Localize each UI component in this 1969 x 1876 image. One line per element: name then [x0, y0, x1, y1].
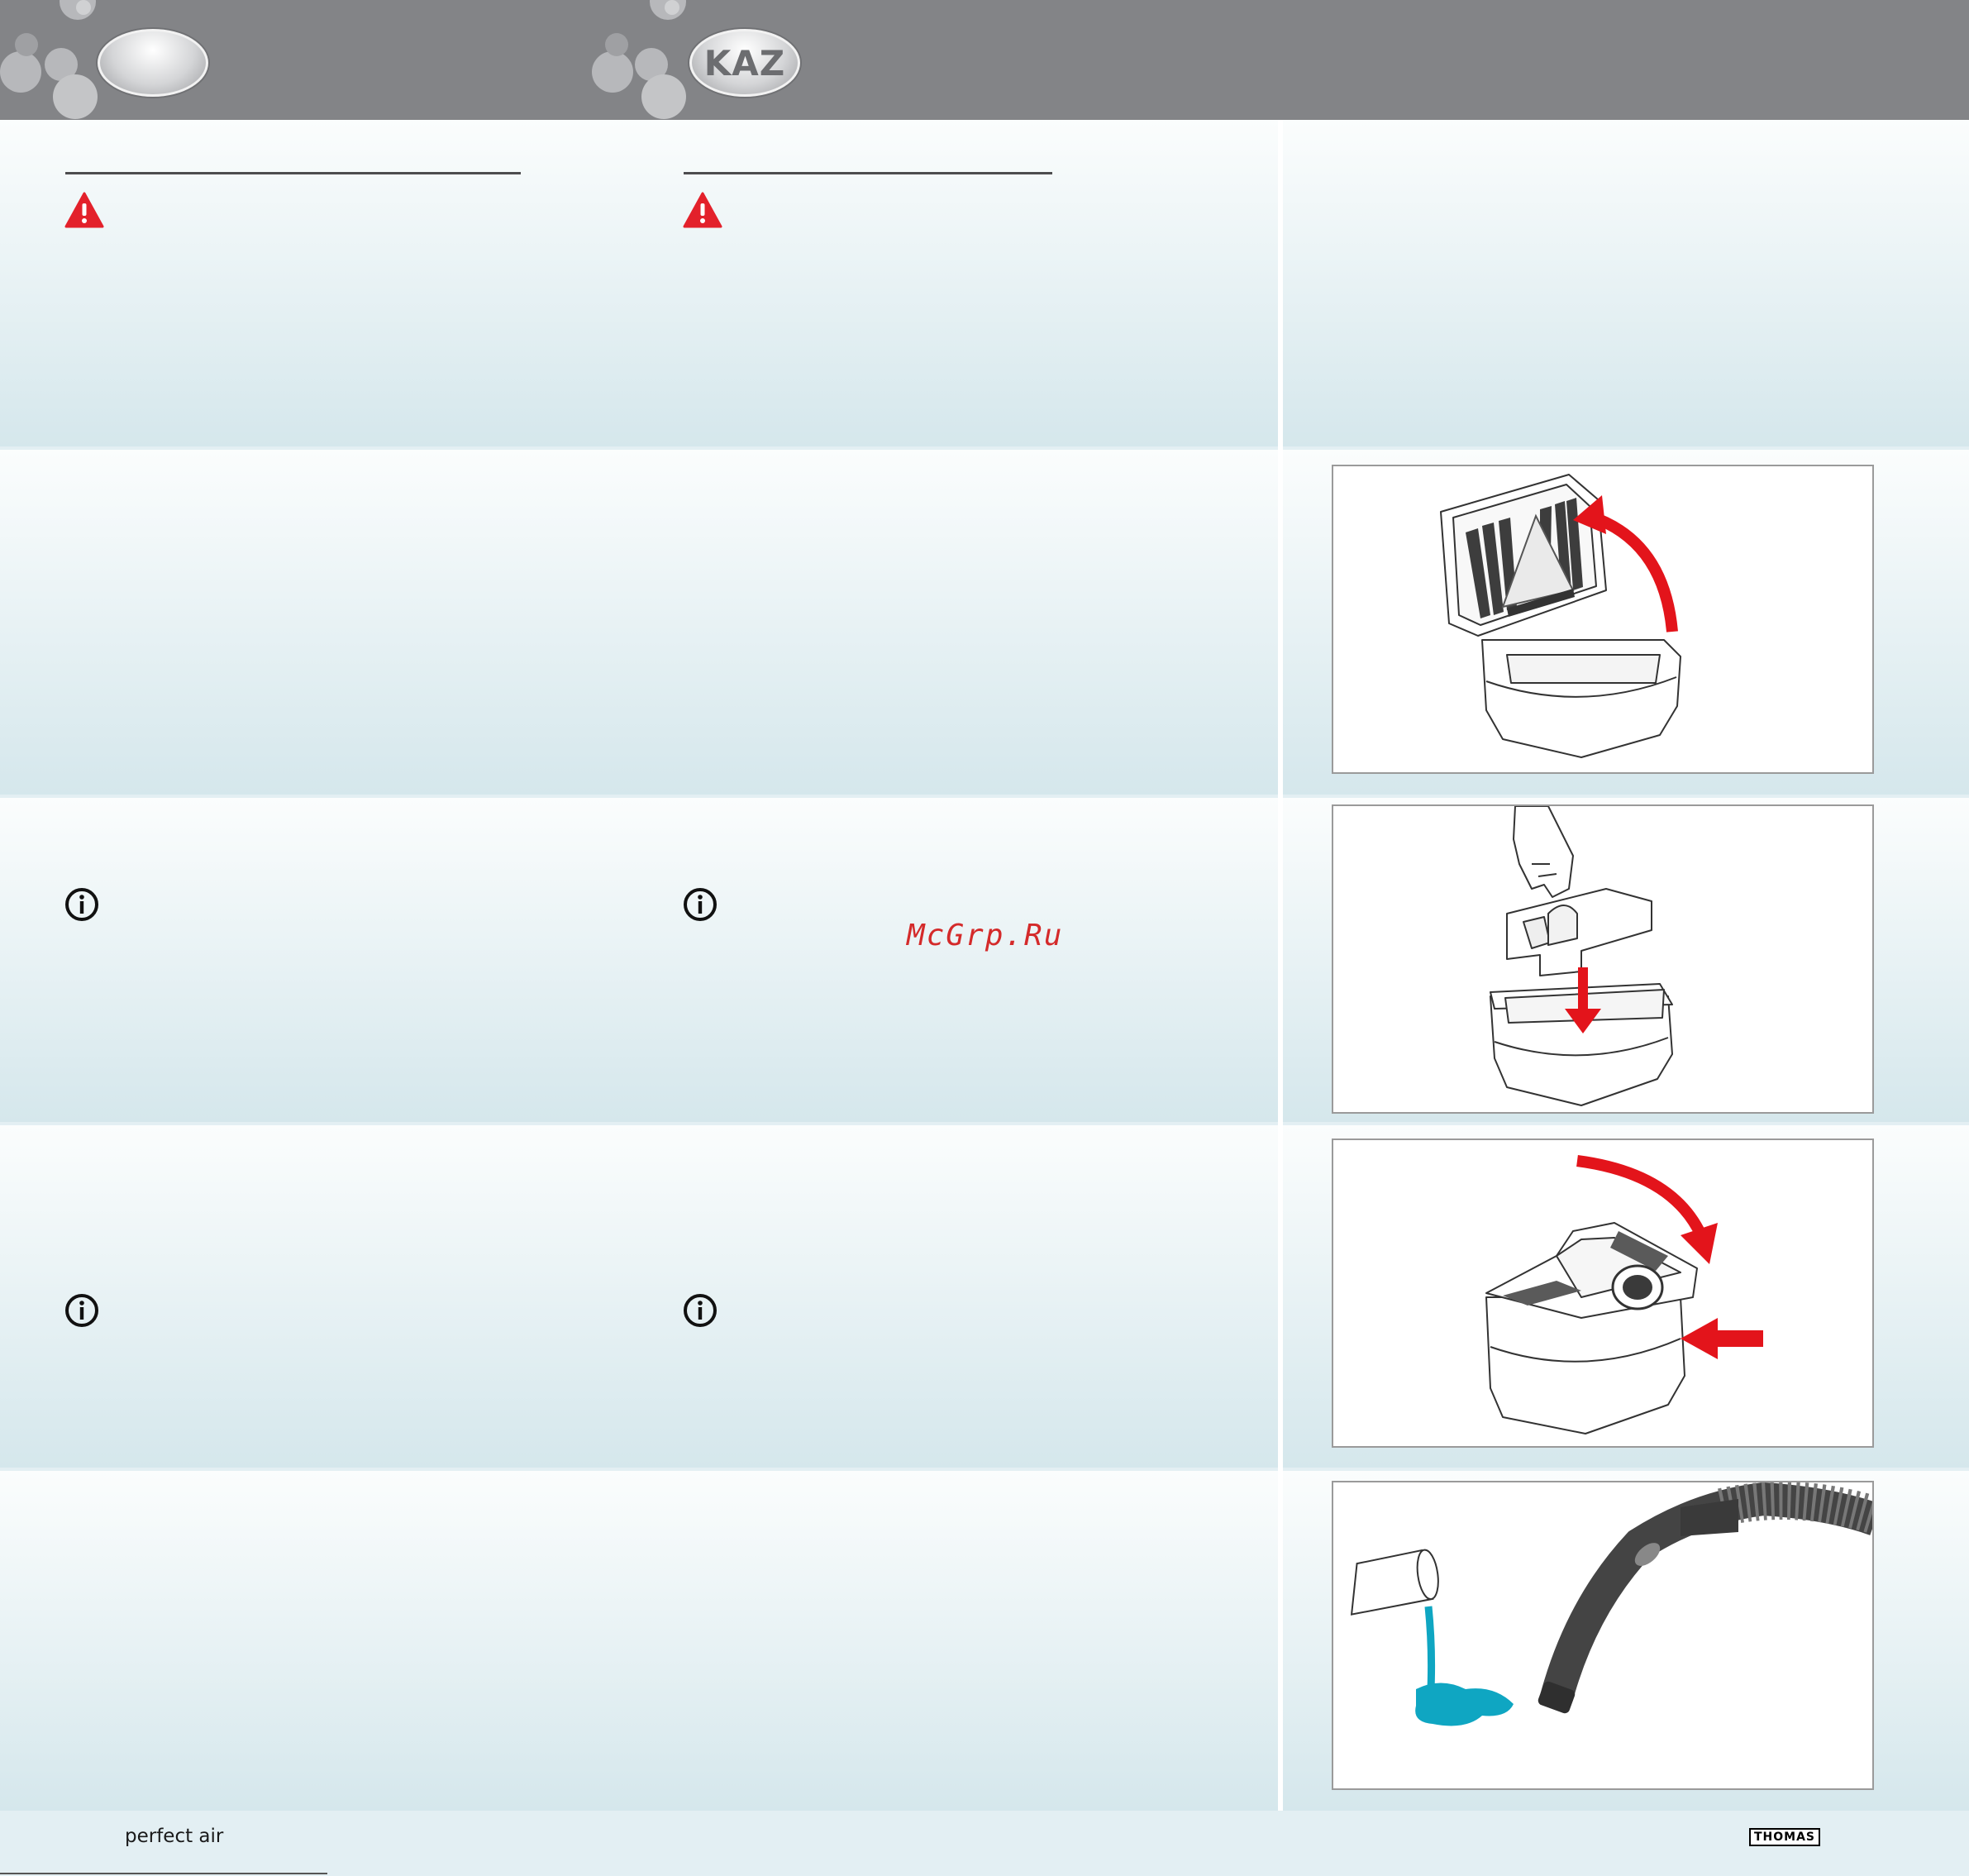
- pour-water-hose-figure: [1332, 1481, 1874, 1790]
- section-row-3: [0, 798, 1278, 1122]
- language-badge-left: [98, 29, 208, 97]
- insert-filter-figure: [1332, 804, 1874, 1114]
- section-rule-kaz: [684, 172, 1052, 174]
- open-filter-lid-figure: [1332, 465, 1874, 774]
- decor-bubble: [641, 74, 686, 119]
- close-lid-figure: [1332, 1138, 1874, 1448]
- section-rule-left: [65, 172, 521, 174]
- section-row-2: [0, 450, 1278, 795]
- decor-bubble: [53, 74, 98, 119]
- section-row-1: [0, 120, 1278, 446]
- info-circle-icon: [65, 888, 98, 921]
- footer-brand-text: perfect air: [125, 1826, 224, 1847]
- header-band: KAZ: [0, 0, 1969, 120]
- warning-triangle-icon: [683, 192, 722, 228]
- info-circle-icon: [684, 888, 717, 921]
- section-row-5: [0, 1471, 1278, 1811]
- column-divider: [1278, 120, 1283, 1811]
- figure-row-1: [1283, 120, 1969, 446]
- watermark-text: McGrp.Ru: [907, 919, 1064, 952]
- decor-bubble: [15, 33, 38, 56]
- decor-bubble: [592, 51, 633, 93]
- section-row-4: [0, 1125, 1278, 1468]
- warning-triangle-icon: [64, 192, 104, 228]
- info-circle-icon: [65, 1294, 98, 1327]
- footer-rule: [0, 1873, 327, 1874]
- footer-logo: THOMAS: [1749, 1828, 1820, 1846]
- info-circle-icon: [684, 1294, 717, 1327]
- language-badge-kaz: KAZ: [689, 29, 800, 97]
- decor-bubble: [665, 0, 679, 15]
- decor-bubble: [76, 0, 91, 15]
- decor-bubble: [0, 51, 41, 93]
- decor-bubble: [605, 33, 628, 56]
